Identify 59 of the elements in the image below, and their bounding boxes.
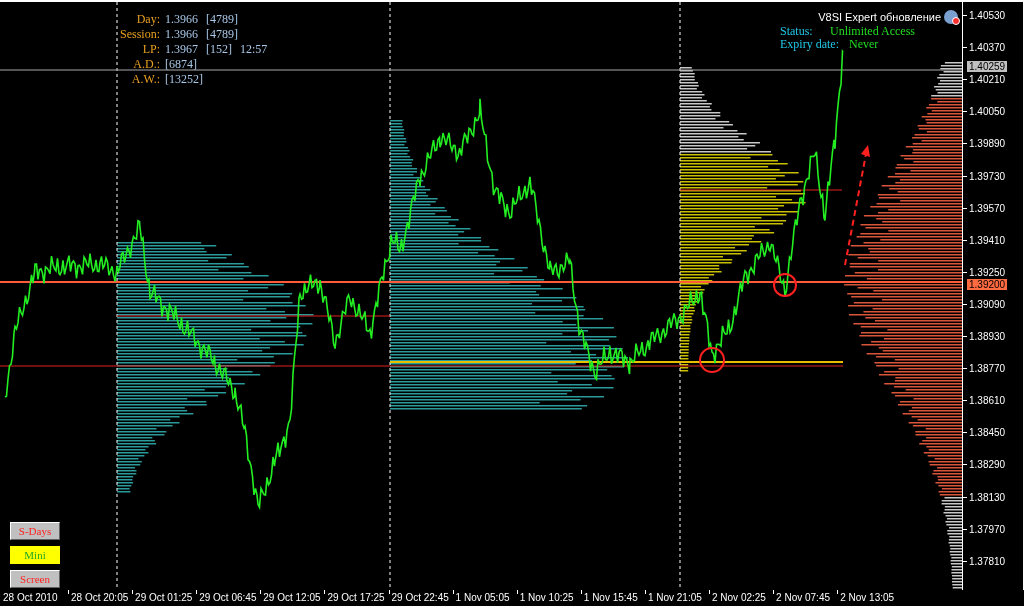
- time-label: 29 Oct 17:25: [327, 591, 385, 605]
- info-value: 1.3966: [165, 12, 198, 27]
- price-marker: 1.39200: [967, 278, 1008, 290]
- status-value: Unlimited Access: [830, 25, 915, 38]
- price-label: 1.39250: [969, 266, 1006, 278]
- price-label: 1.39570: [969, 202, 1006, 214]
- time-label: 29 Oct 06:45: [199, 591, 257, 605]
- price-label: 1.38290: [969, 459, 1006, 471]
- info-label: A.W.:: [130, 72, 160, 87]
- info-value: 1.3966: [165, 27, 198, 42]
- info-value: [152]: [206, 42, 232, 57]
- info-value: 1.3967: [165, 42, 198, 57]
- price-label: 1.38450: [969, 427, 1006, 439]
- price-label: 1.38130: [969, 491, 1006, 503]
- info-value: [13252]: [165, 72, 203, 87]
- info-value: 12:57: [240, 42, 268, 57]
- info-value: [4789]: [206, 27, 238, 42]
- time-label: 2 Nov 02:25: [712, 591, 766, 605]
- toggle-button[interactable]: Mini: [10, 546, 60, 564]
- time-label: 29 Oct 12:05: [263, 591, 321, 605]
- price-label: 1.38770: [969, 363, 1006, 375]
- info-label: A.D.:: [132, 57, 160, 72]
- price-label: 1.39890: [969, 138, 1006, 150]
- price-marker: 1.40259: [967, 61, 1008, 73]
- circle-marker: [699, 347, 725, 373]
- info-label: Session:: [119, 27, 160, 42]
- expiry-value: Never: [849, 38, 879, 51]
- info-value: [4789]: [206, 12, 238, 27]
- price-label: 1.37970: [969, 523, 1006, 535]
- time-label: 1 Nov 10:25: [519, 591, 574, 605]
- price-label: 1.38930: [969, 331, 1006, 342]
- price-label: 1.40370: [969, 42, 1006, 54]
- price-label: 1.40530: [969, 10, 1006, 21]
- price-label: 1.37810: [969, 555, 1006, 567]
- time-label: 28 Oct 2010: [3, 591, 58, 605]
- status-label: Status:: [780, 25, 814, 38]
- time-label: 1 Nov 05:05: [455, 591, 510, 605]
- expiry-label: Expiry date:: [780, 38, 839, 51]
- expert-icon[interactable]: [944, 10, 958, 24]
- toggle-button[interactable]: S-Days: [10, 522, 60, 540]
- price-label: 1.40050: [969, 106, 1006, 118]
- info-value: [6874]: [165, 57, 197, 72]
- time-label: 2 Nov 13:05: [840, 591, 895, 605]
- time-label: 29 Oct 22:45: [391, 591, 449, 605]
- time-label: 28 Oct 20:05: [71, 591, 129, 605]
- time-label: 29 Oct 01:25: [135, 591, 193, 605]
- circle-marker: [773, 273, 797, 297]
- time-label: 1 Nov 15:45: [583, 591, 638, 605]
- info-label: Day:: [135, 12, 160, 27]
- price-label: 1.40210: [969, 74, 1006, 86]
- info-label: LP:: [141, 42, 160, 57]
- price-label: 1.39410: [969, 234, 1006, 246]
- time-label: 2 Nov 07:45: [776, 591, 831, 605]
- time-label: 1 Nov 21:05: [647, 591, 702, 605]
- price-label: 1.38610: [969, 395, 1006, 407]
- price-label: 1.39730: [969, 170, 1006, 182]
- toggle-button[interactable]: Screen: [10, 570, 60, 588]
- expert-title: V8SI Expert обновление: [818, 10, 941, 24]
- price-label: 1.39090: [969, 298, 1006, 310]
